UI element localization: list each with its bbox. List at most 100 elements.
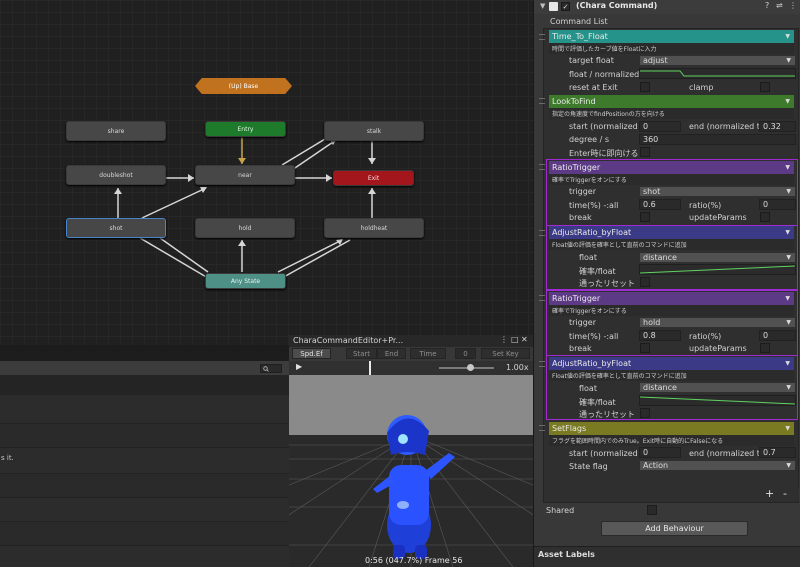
- state-flag-dropdown[interactable]: Action ▼: [639, 460, 796, 471]
- list-row[interactable]: [0, 521, 289, 545]
- dropdown-arrow-icon: ▼: [786, 254, 791, 261]
- break-checkbox[interactable]: [640, 343, 650, 353]
- state-node-hold[interactable]: hold: [195, 218, 295, 238]
- list-row[interactable]: [0, 545, 289, 567]
- animator-graph[interactable]: (Up) Base share Entry stalk doubleshot n…: [0, 0, 533, 345]
- state-node-near[interactable]: near: [195, 165, 295, 185]
- shared-checkbox[interactable]: [647, 505, 657, 515]
- remove-item-button[interactable]: -: [783, 487, 787, 500]
- list-row[interactable]: [0, 497, 289, 521]
- help-icon[interactable]: ?: [765, 1, 769, 10]
- behaviour-header[interactable]: RatioTrigger ▼: [549, 161, 794, 174]
- behaviour-header[interactable]: LookToFind ▼: [549, 95, 794, 108]
- entry-node[interactable]: Entry: [205, 121, 286, 137]
- add-behaviour-button[interactable]: Add Behaviour: [601, 521, 748, 536]
- foldout-arrow-icon[interactable]: ▼: [540, 2, 545, 10]
- reset-checkbox[interactable]: [640, 277, 650, 287]
- search-field[interactable]: [260, 364, 282, 373]
- dropdown-arrow-icon[interactable]: ▼: [785, 33, 790, 40]
- field-label: reset at Exit: [569, 83, 618, 92]
- clamp-checkbox[interactable]: [760, 82, 770, 92]
- dropdown-arrow-icon[interactable]: ▼: [785, 360, 790, 367]
- end-field[interactable]: 0.32: [759, 121, 796, 132]
- timeline-cursor[interactable]: [369, 361, 371, 375]
- time-button[interactable]: Time: [410, 348, 446, 359]
- start-field[interactable]: 0: [639, 447, 681, 458]
- close-icon[interactable]: ✕: [521, 335, 528, 344]
- end-button[interactable]: End: [377, 348, 406, 359]
- preview-viewport[interactable]: 0:56 (047.7%) Frame 56: [289, 375, 533, 567]
- state-node-holdheat[interactable]: holdheat: [324, 218, 424, 238]
- state-node-shot[interactable]: shot: [66, 218, 166, 238]
- time-field[interactable]: 0.6: [639, 199, 681, 210]
- break-checkbox[interactable]: [640, 212, 650, 222]
- field-label: start (normalized tim: [569, 122, 639, 131]
- asset-labels-bar[interactable]: Asset Labels: [534, 546, 800, 567]
- trigger-dropdown[interactable]: shot ▼: [639, 186, 796, 197]
- drag-handle-icon[interactable]: [539, 295, 545, 301]
- update-params-checkbox[interactable]: [760, 343, 770, 353]
- kebab-icon[interactable]: ⋮: [500, 335, 508, 344]
- maximize-icon[interactable]: □: [511, 335, 519, 344]
- dropdown-arrow-icon[interactable]: ▼: [785, 98, 790, 105]
- state-node-stalk[interactable]: stalk: [324, 121, 424, 141]
- list-row[interactable]: [0, 375, 289, 395]
- curve-field[interactable]: [639, 68, 796, 79]
- behaviour-header[interactable]: AdjustRatio_byFloat ▼: [549, 357, 794, 370]
- drag-handle-icon[interactable]: [539, 230, 545, 236]
- drag-handle-icon[interactable]: [539, 361, 545, 367]
- time-field[interactable]: 0: [455, 348, 476, 359]
- any-state-node[interactable]: Any State: [205, 273, 286, 289]
- target-float-dropdown[interactable]: adjust ▼: [639, 55, 796, 66]
- behaviour-header[interactable]: RatioTrigger ▼: [549, 292, 794, 305]
- update-params-checkbox[interactable]: [760, 212, 770, 222]
- enabled-checkbox[interactable]: ✓: [561, 2, 570, 11]
- preset-icon[interactable]: ⇌: [776, 1, 783, 10]
- dropdown-arrow-icon[interactable]: ▼: [785, 164, 790, 171]
- set-key-button[interactable]: Set Key: [481, 348, 530, 359]
- reset-at-exit-checkbox[interactable]: [640, 82, 650, 92]
- list-row[interactable]: [0, 423, 289, 447]
- list-row[interactable]: s it.: [0, 447, 289, 473]
- trigger-dropdown[interactable]: hold ▼: [639, 317, 796, 328]
- enter-checkbox[interactable]: [640, 147, 650, 157]
- behaviour-header[interactable]: Time_To_Float ▼: [549, 30, 794, 43]
- dropdown-arrow-icon[interactable]: ▼: [785, 229, 790, 236]
- float-dropdown[interactable]: distance ▼: [639, 382, 796, 393]
- drag-handle-icon[interactable]: [539, 425, 545, 431]
- behaviour-title: LookToFind: [552, 97, 596, 106]
- degree-field[interactable]: 360: [639, 134, 796, 145]
- dropdown-arrow-icon[interactable]: ▼: [785, 425, 790, 432]
- character-figure: [373, 415, 455, 559]
- component-header[interactable]: ▼ ✓ (Chara Command) ? ⇌ ⋮: [534, 0, 800, 14]
- state-node-doubleshot[interactable]: doubleshot: [66, 165, 166, 185]
- base-layer-node[interactable]: (Up) Base: [195, 78, 292, 94]
- time-field[interactable]: 0.8: [639, 330, 681, 341]
- drag-handle-icon[interactable]: [539, 98, 545, 104]
- drag-handle-icon[interactable]: [539, 164, 545, 170]
- behaviour-header[interactable]: SetFlags ▼: [549, 422, 794, 435]
- behaviour-header[interactable]: AdjustRatio_byFloat ▼: [549, 226, 794, 239]
- float-dropdown[interactable]: distance ▼: [639, 252, 796, 263]
- kebab-icon[interactable]: ⋮: [789, 1, 797, 10]
- list-row[interactable]: [0, 395, 289, 423]
- list-row[interactable]: [0, 473, 289, 497]
- ratio-field[interactable]: 0: [759, 199, 796, 210]
- speed-button[interactable]: Spd.Ef: [292, 348, 331, 359]
- drag-handle-icon[interactable]: [539, 34, 545, 40]
- curve-field[interactable]: [639, 395, 796, 406]
- dropdown-arrow-icon[interactable]: ▼: [785, 295, 790, 302]
- play-icon[interactable]: ▶: [296, 362, 302, 371]
- field-label: 確率/float: [579, 267, 616, 276]
- search-bar[interactable]: [0, 361, 289, 375]
- end-field[interactable]: 0.7: [759, 447, 796, 458]
- state-node-share[interactable]: share: [66, 121, 166, 141]
- exit-node[interactable]: Exit: [333, 170, 414, 186]
- ratio-field[interactable]: 0: [759, 330, 796, 341]
- start-button[interactable]: Start: [346, 348, 377, 359]
- add-item-button[interactable]: +: [765, 487, 774, 500]
- curve-field[interactable]: [639, 264, 796, 275]
- speed-slider-handle[interactable]: [467, 364, 474, 371]
- start-field[interactable]: 0: [639, 121, 681, 132]
- reset-checkbox[interactable]: [640, 408, 650, 418]
